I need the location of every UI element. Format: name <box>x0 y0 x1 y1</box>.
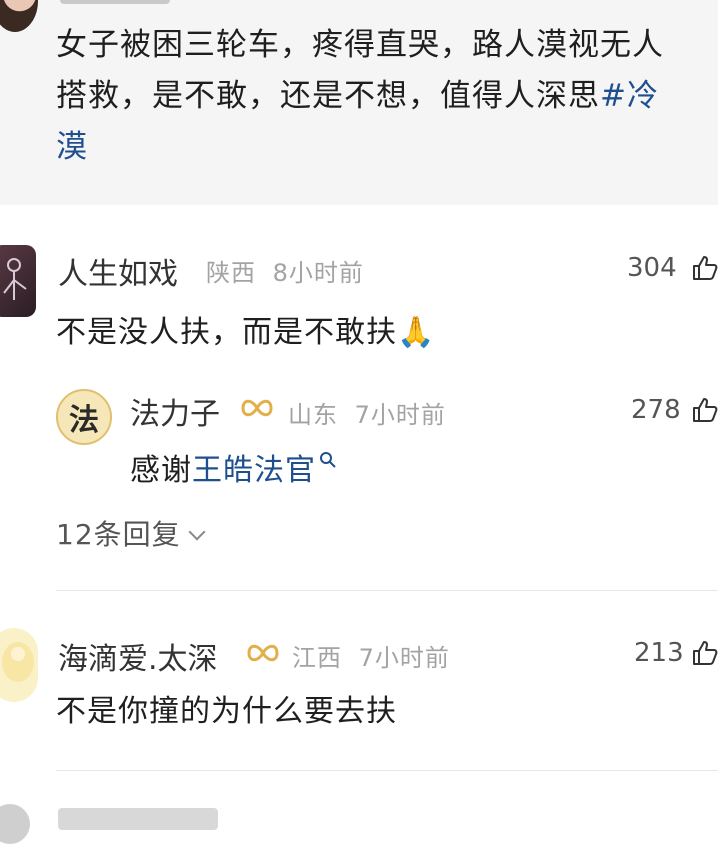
reply-meta: 山东 7小时前 <box>288 395 446 430</box>
comment-item: 人生如戏 陕西 8小时前 304 不是没人扶，而是不敢扶🙏 法 法力子 山东 7… <box>0 205 718 635</box>
post-author-name-cropped[interactable] <box>60 0 170 4</box>
comment-item: 海滴爱.太深 江西 7小时前 213 不是你撞的为什么要去扶 <box>0 620 718 844</box>
post-body: 女子被困三轮车，疼得直哭，路人漠视无人 搭救，是不敢，还是不想，值得人深思 <box>56 27 664 114</box>
avatar-art <box>2 642 34 682</box>
reply-author[interactable]: 法力子 <box>130 389 220 433</box>
comment-meta: 陕西 8小时前 <box>206 253 364 288</box>
reply-like-icon[interactable] <box>690 395 718 425</box>
search-link[interactable]: 王皓法官 <box>192 453 316 488</box>
search-icon[interactable] <box>318 450 338 470</box>
like-count: 213 <box>634 638 684 668</box>
reply-text: 感谢王皓法官 <box>130 445 338 489</box>
chevron-down-icon <box>188 523 206 541</box>
comment-author[interactable]: 海滴爱.太深 <box>58 634 218 678</box>
post-text: 女子被困三轮车，疼得直哭，路人漠视无人 搭救，是不敢，还是不想，值得人深思#冷 … <box>56 20 718 173</box>
comment-text: 不是你撞的为什么要去扶 <box>56 694 397 729</box>
divider <box>56 770 718 771</box>
reply-avatar-char: 法 <box>69 403 99 438</box>
comment-time: 7小时前 <box>358 644 450 672</box>
like-count: 304 <box>627 253 677 283</box>
reply-time: 7小时前 <box>354 401 446 429</box>
vip-badge-icon <box>241 399 273 417</box>
vip-badge-icon <box>247 644 279 662</box>
comment-text: 不是没人扶，而是不敢扶🙏 <box>56 315 436 350</box>
reply-location: 山东 <box>288 401 338 429</box>
comment-author[interactable]: 人生如戏 <box>58 249 178 293</box>
replies-count: 12条回复 <box>56 518 181 551</box>
comment-time: 8小时前 <box>272 259 364 287</box>
avatar-art <box>3 258 27 300</box>
avatar-cropped[interactable] <box>0 804 30 844</box>
post-author-avatar[interactable] <box>0 0 38 32</box>
reply-avatar[interactable]: 法 <box>56 389 112 445</box>
reply-like-count: 278 <box>631 395 681 425</box>
replies-toggle[interactable]: 12条回复 <box>56 513 206 553</box>
comment-location: 陕西 <box>206 259 256 287</box>
post-card[interactable]: 女子被困三轮车，疼得直哭，路人漠视无人 搭救，是不敢，还是不想，值得人深思#冷 … <box>0 0 718 205</box>
like-icon[interactable] <box>690 638 718 668</box>
like-icon[interactable] <box>690 253 718 283</box>
comment-location: 江西 <box>292 644 342 672</box>
avatar[interactable] <box>0 245 36 317</box>
comment-meta: 江西 7小时前 <box>292 638 450 673</box>
divider <box>56 590 718 591</box>
reply-text-prefix: 感谢 <box>130 453 192 488</box>
comment-author-cropped[interactable] <box>58 808 218 830</box>
avatar[interactable] <box>0 628 38 702</box>
